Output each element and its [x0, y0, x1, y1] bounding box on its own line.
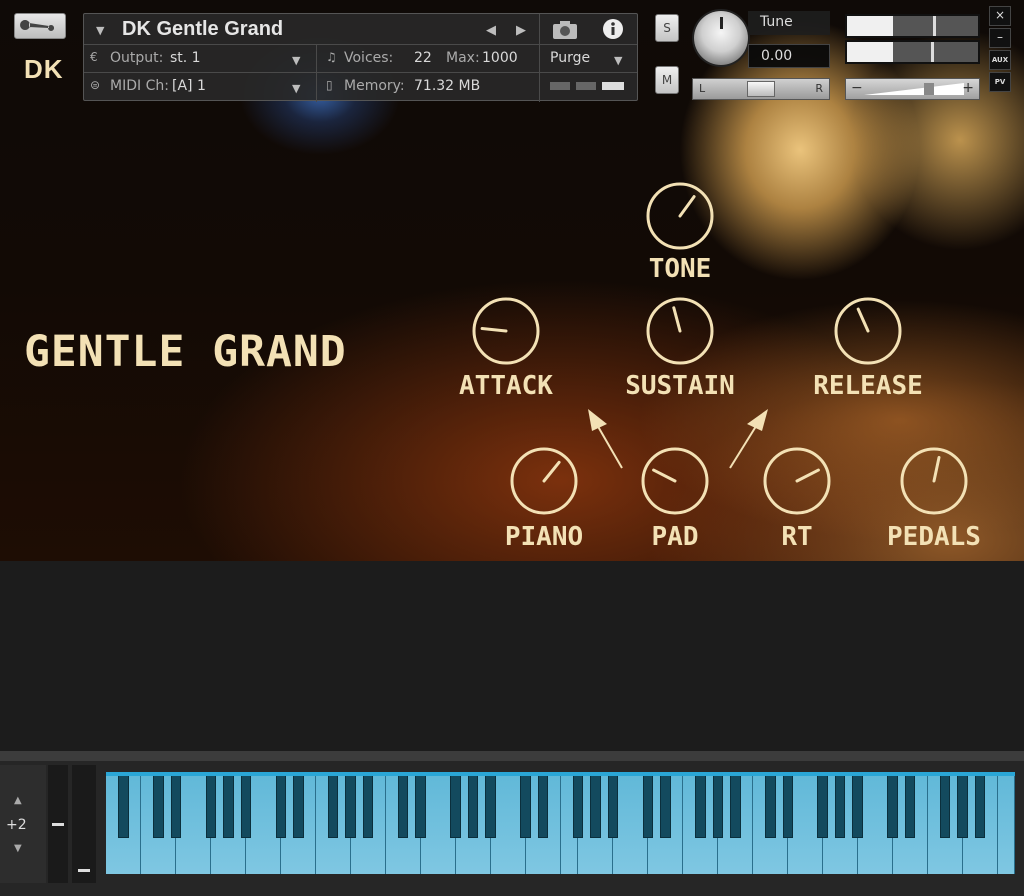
black-key[interactable] [974, 772, 986, 838]
black-key[interactable] [957, 772, 968, 838]
release-knob[interactable] [833, 296, 903, 366]
black-key[interactable] [887, 772, 898, 838]
octave-up-icon[interactable]: ▲ [14, 795, 22, 806]
sustain-knob[interactable] [645, 296, 715, 366]
attack-label: ATTACK [459, 371, 553, 401]
piano-keyboard[interactable] [106, 772, 1016, 874]
black-key[interactable] [660, 772, 671, 838]
rt-knob[interactable] [762, 446, 832, 516]
white-key[interactable] [997, 772, 1016, 874]
black-key[interactable] [170, 772, 182, 838]
black-key[interactable] [240, 772, 252, 838]
black-key[interactable] [590, 772, 601, 838]
black-key[interactable] [205, 772, 217, 838]
black-key[interactable] [607, 772, 619, 838]
black-key[interactable] [834, 772, 846, 838]
black-key[interactable] [450, 772, 461, 838]
rt-label: RT [781, 522, 813, 552]
instrument-panel: DK ▼ DK Gentle Grand ◀ ▶ € Output: st. 1… [0, 0, 1024, 561]
empty-rack-area [0, 561, 1024, 751]
octave-shift-control: ▲ +2 ▼ [0, 765, 46, 883]
keyboard-top-strip [106, 772, 1015, 776]
black-key[interactable] [852, 772, 863, 838]
black-key[interactable] [712, 772, 724, 838]
piano-knob[interactable] [509, 446, 579, 516]
black-key[interactable] [642, 772, 654, 838]
black-key[interactable] [397, 772, 409, 838]
black-key[interactable] [118, 772, 129, 838]
black-key[interactable] [572, 772, 584, 838]
black-key[interactable] [939, 772, 951, 838]
attack-knob[interactable] [471, 296, 541, 366]
black-key[interactable] [275, 772, 287, 838]
black-key[interactable] [695, 772, 706, 838]
black-key[interactable] [782, 772, 793, 838]
black-key[interactable] [328, 772, 339, 838]
black-key[interactable] [467, 772, 479, 838]
pad-knob[interactable] [640, 446, 710, 516]
black-key[interactable] [223, 772, 234, 838]
black-key[interactable] [537, 772, 549, 838]
black-key[interactable] [362, 772, 374, 838]
tone-knob[interactable] [645, 181, 715, 251]
black-key[interactable] [520, 772, 531, 838]
black-key[interactable] [485, 772, 496, 838]
black-key[interactable] [904, 772, 916, 838]
black-key[interactable] [730, 772, 741, 838]
mod-wheel[interactable] [72, 765, 96, 883]
octave-down-icon[interactable]: ▼ [14, 843, 22, 854]
keyboard-divider [0, 751, 1024, 761]
piano-label: PIANO [504, 522, 584, 552]
pedals-label: PEDALS [887, 522, 981, 552]
black-key[interactable] [153, 772, 164, 838]
black-key[interactable] [817, 772, 828, 838]
tone-label: TONE [648, 254, 712, 284]
sustain-label: SUSTAIN [625, 371, 735, 401]
black-key[interactable] [345, 772, 356, 838]
black-key[interactable] [765, 772, 776, 838]
octave-shift-value: +2 [6, 817, 27, 833]
pitch-wheel[interactable] [48, 765, 68, 883]
black-key[interactable] [293, 772, 304, 838]
release-label: RELEASE [813, 371, 923, 401]
pad-label: PAD [651, 522, 699, 552]
pedals-knob[interactable] [899, 446, 969, 516]
black-key[interactable] [415, 772, 426, 838]
